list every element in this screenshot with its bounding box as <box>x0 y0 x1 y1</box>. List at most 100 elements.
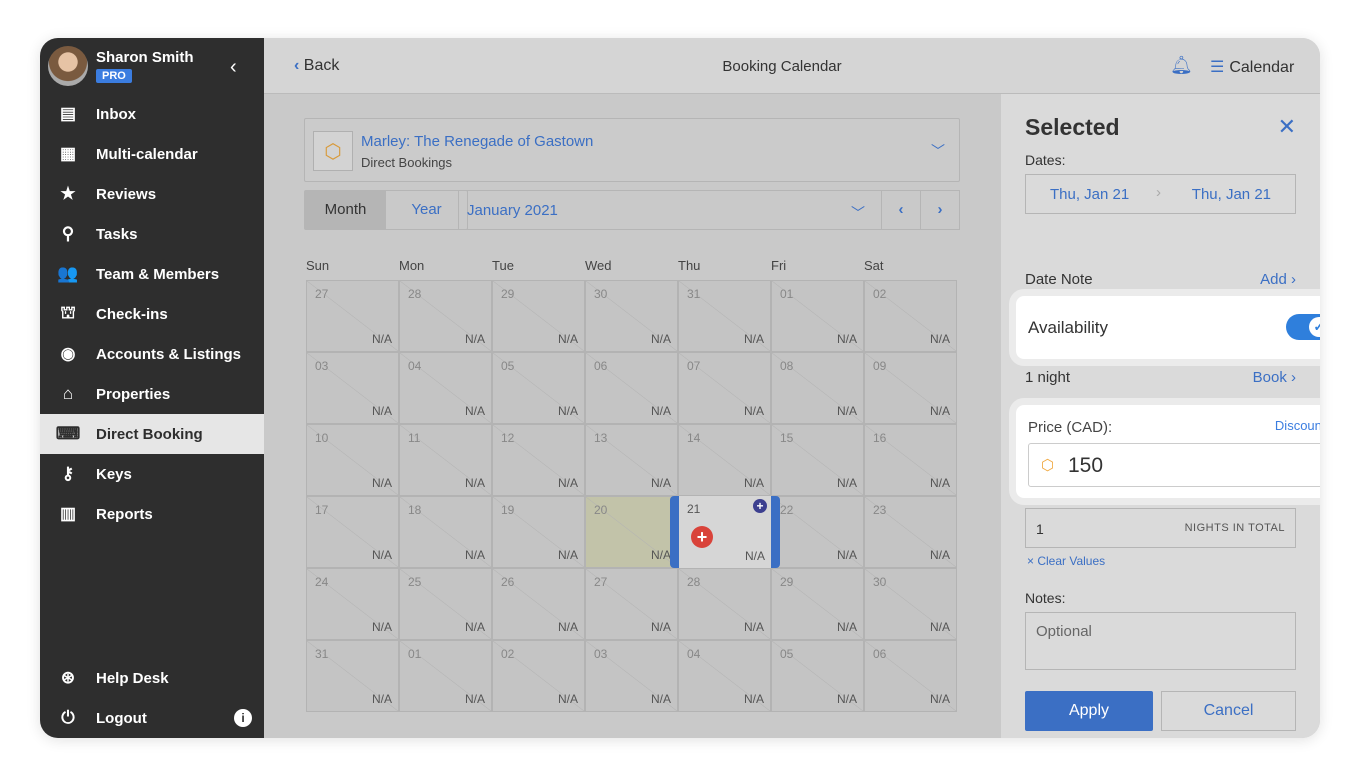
day-cell[interactable]: 13 N/A <box>585 424 678 496</box>
sidebar-item-logout[interactable]: ⏻ Logout i <box>40 698 264 738</box>
day-cell[interactable]: 29 N/A <box>771 568 864 640</box>
day-cell[interactable]: 19 N/A <box>492 496 585 568</box>
add-date-note-link[interactable]: Add › <box>1260 271 1296 288</box>
weekday-header: Tue <box>492 258 514 273</box>
bell-icon[interactable]: 🔔︎ <box>1170 55 1193 76</box>
day-cell[interactable]: 01 N/A <box>399 640 492 712</box>
currency-icon: ⬡ <box>1041 457 1055 474</box>
day-cell[interactable]: 12 N/A <box>492 424 585 496</box>
day-cell[interactable]: 15 N/A <box>771 424 864 496</box>
listing-selector[interactable]: ⬡ Marley: The Renegade of Gastown Direct… <box>304 118 960 182</box>
cancel-button[interactable]: Cancel <box>1161 691 1296 731</box>
collapse-sidebar-chevron-icon[interactable]: ‹ <box>230 56 237 79</box>
day-price: N/A <box>557 332 578 346</box>
selected-day-cell[interactable]: 21 + + N/A <box>670 496 780 568</box>
day-cell[interactable]: 02 N/A <box>864 280 957 352</box>
day-cell[interactable]: 09 N/A <box>864 352 957 424</box>
sidebar-item-check-ins[interactable]: ⛫ Check-ins <box>40 294 264 334</box>
sidebar-item-keys[interactable]: ⚷ Keys <box>40 454 264 494</box>
day-price: N/A <box>929 620 950 634</box>
day-cell[interactable]: 31 N/A <box>306 640 399 712</box>
day-cell[interactable]: 17 N/A <box>306 496 399 568</box>
day-cell[interactable]: 20 N/A <box>585 496 678 568</box>
price-value: 150 <box>1068 454 1104 477</box>
day-cell[interactable]: 06 N/A <box>864 640 957 712</box>
day-cell[interactable]: 04 N/A <box>678 640 771 712</box>
day-cell[interactable]: 16 N/A <box>864 424 957 496</box>
day-cell[interactable]: 02 N/A <box>492 640 585 712</box>
day-cell[interactable]: 03 N/A <box>306 352 399 424</box>
day-number: 01 <box>408 647 422 661</box>
broom-icon: ⚲ <box>61 224 75 243</box>
add-booking-icon[interactable]: + <box>691 526 713 548</box>
sidebar-item-tasks[interactable]: ⚲ Tasks <box>40 214 264 254</box>
sidebar-item-help-desk[interactable]: ⊛ Help Desk <box>40 658 264 698</box>
availability-toggle[interactable]: ✓ <box>1286 314 1320 340</box>
day-price: N/A <box>371 404 392 418</box>
day-cell[interactable]: 24 N/A <box>306 568 399 640</box>
day-cell[interactable]: 28 N/A <box>399 280 492 352</box>
day-number: 09 <box>873 359 887 373</box>
listing-name: Marley: The Renegade of Gastown <box>361 133 594 150</box>
home-icon: ⌂ <box>62 384 74 403</box>
date-range-field[interactable]: Thu, Jan 21 › Thu, Jan 21 <box>1025 174 1296 214</box>
info-icon[interactable]: i <box>234 709 252 727</box>
sidebar-item-properties[interactable]: ⌂ Properties <box>40 374 264 414</box>
discounts-link[interactable]: Discounts <box>1275 418 1320 433</box>
day-cell[interactable]: 06 N/A <box>585 352 678 424</box>
day-cell[interactable]: 05 N/A <box>771 640 864 712</box>
day-number: 30 <box>873 575 887 589</box>
sidebar-item-inbox[interactable]: ▤ Inbox <box>40 94 264 134</box>
next-month-button[interactable]: › <box>920 191 959 229</box>
day-cell[interactable]: 23 N/A <box>864 496 957 568</box>
day-cell[interactable]: 05 N/A <box>492 352 585 424</box>
tab-year[interactable]: Year <box>386 191 467 229</box>
day-price: N/A <box>650 404 671 418</box>
clear-values-link[interactable]: × Clear Values <box>1027 554 1105 568</box>
close-icon[interactable]: ✕ <box>1278 114 1296 140</box>
day-price: N/A <box>744 549 765 563</box>
sidebar-item-reports[interactable]: ▥ Reports <box>40 494 264 534</box>
day-cell[interactable]: 01 N/A <box>771 280 864 352</box>
sidebar-item-reviews[interactable]: ★ Reviews <box>40 174 264 214</box>
day-cell[interactable]: 14 N/A <box>678 424 771 496</box>
day-cell[interactable]: 25 N/A <box>399 568 492 640</box>
month-selector[interactable]: January 2021 ﹀ ‹ › <box>458 190 960 230</box>
sidebar-item-accounts-listings[interactable]: ◉ Accounts & Listings <box>40 334 264 374</box>
day-cell[interactable]: 27 N/A <box>306 280 399 352</box>
day-price: N/A <box>743 692 764 706</box>
day-cell[interactable]: 07 N/A <box>678 352 771 424</box>
tab-month[interactable]: Month <box>305 191 386 229</box>
day-cell[interactable]: 26 N/A <box>492 568 585 640</box>
price-input[interactable]: ⬡ 150 <box>1028 443 1320 487</box>
day-cell[interactable]: 03 N/A <box>585 640 678 712</box>
day-number: 05 <box>501 359 515 373</box>
day-cell[interactable]: 11 N/A <box>399 424 492 496</box>
notes-input[interactable]: Optional <box>1025 612 1296 670</box>
day-price: N/A <box>557 404 578 418</box>
add-note-icon[interactable]: + <box>753 499 767 513</box>
day-cell[interactable]: 29 N/A <box>492 280 585 352</box>
day-number: 21 <box>687 502 701 516</box>
apply-button[interactable]: Apply <box>1025 691 1153 731</box>
sidebar-item-direct-booking[interactable]: ⌨ Direct Booking <box>40 414 264 454</box>
day-cell[interactable]: 10 N/A <box>306 424 399 496</box>
day-cell[interactable]: 28 N/A <box>678 568 771 640</box>
day-cell[interactable]: 31 N/A <box>678 280 771 352</box>
day-cell[interactable]: 18 N/A <box>399 496 492 568</box>
user-profile[interactable]: Sharon Smith PRO <box>48 46 194 86</box>
calendar-view-button[interactable]: ☰ Calendar <box>1210 57 1294 77</box>
day-cell[interactable]: 22 N/A <box>771 496 864 568</box>
sidebar-item-team-members[interactable]: 👥 Team & Members <box>40 254 264 294</box>
min-stay-input[interactable]: 1 NIGHTS IN TOTAL <box>1025 508 1296 548</box>
day-cell[interactable]: 27 N/A <box>585 568 678 640</box>
sidebar-item-multi-calendar[interactable]: ▦ Multi-calendar <box>40 134 264 174</box>
book-link[interactable]: Book › <box>1253 369 1296 386</box>
sidebar-item-label: Accounts & Listings <box>96 345 242 363</box>
day-cell[interactable]: 04 N/A <box>399 352 492 424</box>
day-cell[interactable]: 30 N/A <box>864 568 957 640</box>
prev-month-button[interactable]: ‹ <box>881 191 920 229</box>
sidebar: Sharon Smith PRO ‹ ▤ Inbox ▦ Multi-calendar… <box>40 38 264 738</box>
day-cell[interactable]: 30 N/A <box>585 280 678 352</box>
day-cell[interactable]: 08 N/A <box>771 352 864 424</box>
